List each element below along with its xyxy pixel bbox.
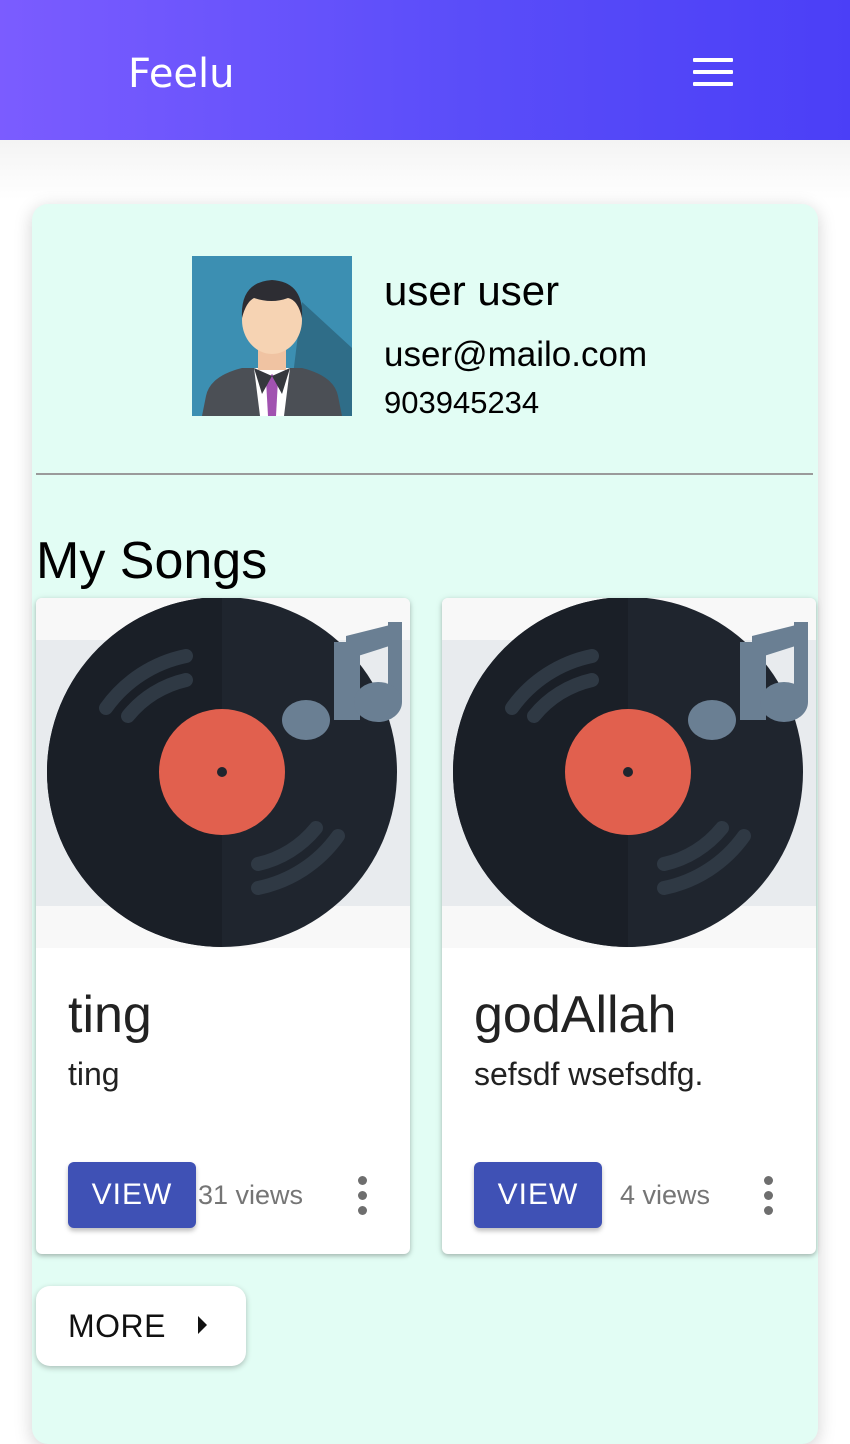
my-songs-heading: My Songs (36, 532, 268, 590)
divider (36, 473, 813, 475)
song-title: ting (68, 986, 152, 1044)
user-avatar-icon (192, 256, 352, 416)
view-count: 31 views (198, 1180, 304, 1210)
user-phone: 903945234 (384, 385, 540, 420)
profile-card: user user user@mailo.com 903945234 My So… (32, 204, 818, 1444)
brand-logo[interactable]: Feelu (128, 48, 235, 100)
view-button[interactable]: VIEW (68, 1162, 196, 1228)
arrow-right-icon (198, 1316, 207, 1334)
more-button-label: MORE (68, 1308, 166, 1344)
view-count: 4 views (620, 1180, 711, 1210)
song-description: ting (68, 1056, 120, 1092)
user-email: user@mailo.com (384, 335, 648, 374)
vinyl-record-icon (442, 598, 816, 948)
more-vert-icon[interactable] (344, 1172, 380, 1220)
more-button[interactable]: MORE (36, 1286, 246, 1366)
song-card: ting ting VIEW 31 views (36, 598, 410, 1254)
top-navbar: Feelu (0, 0, 850, 140)
more-vert-icon[interactable] (750, 1172, 786, 1220)
song-card: godAllah sefsdf wsefsdfg. VIEW 4 views (442, 598, 816, 1254)
user-name: user user (384, 267, 560, 314)
view-button[interactable]: VIEW (474, 1162, 602, 1228)
song-title: godAllah (474, 986, 677, 1044)
song-description: sefsdf wsefsdfg. (474, 1056, 704, 1092)
vinyl-record-icon (36, 598, 410, 948)
hamburger-menu-icon[interactable] (688, 52, 738, 92)
